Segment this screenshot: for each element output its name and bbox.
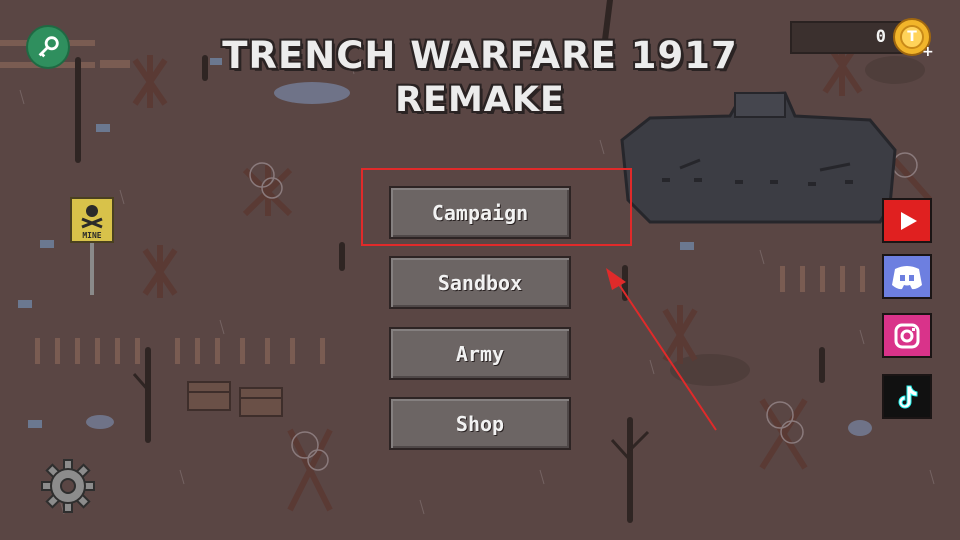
game-title-line1: TRENCH WARFARE 1917 [222,34,738,77]
instagram-icon [894,323,920,348]
add-coins-plus[interactable]: + [922,44,934,60]
coin-count: 0 [875,27,886,47]
campaign-button[interactable]: Campaign [389,186,571,239]
puddle [848,420,872,436]
key-icon [38,36,59,58]
coin-counter-panel: 0 [790,21,910,54]
mine-warning-sign: MINE [70,197,114,295]
army-button[interactable]: Army [389,327,571,380]
discord-icon [892,265,922,289]
crater [865,56,925,84]
puddle [86,415,114,429]
youtube-button[interactable] [882,198,932,243]
instagram-button[interactable] [882,313,932,358]
shop-button[interactable]: Shop [389,397,571,450]
discord-button[interactable] [882,254,932,299]
coin-symbol: T [900,25,924,49]
tiktok-icon [898,385,918,408]
key-button[interactable] [26,25,70,69]
tiktok-button[interactable] [882,374,932,419]
settings-gear-icon[interactable] [40,458,96,514]
mine-sign-label: MINE [82,231,101,240]
sandbox-button[interactable]: Sandbox [389,256,571,309]
youtube-icon [901,211,917,230]
game-title-line2: REMAKE [395,80,565,120]
